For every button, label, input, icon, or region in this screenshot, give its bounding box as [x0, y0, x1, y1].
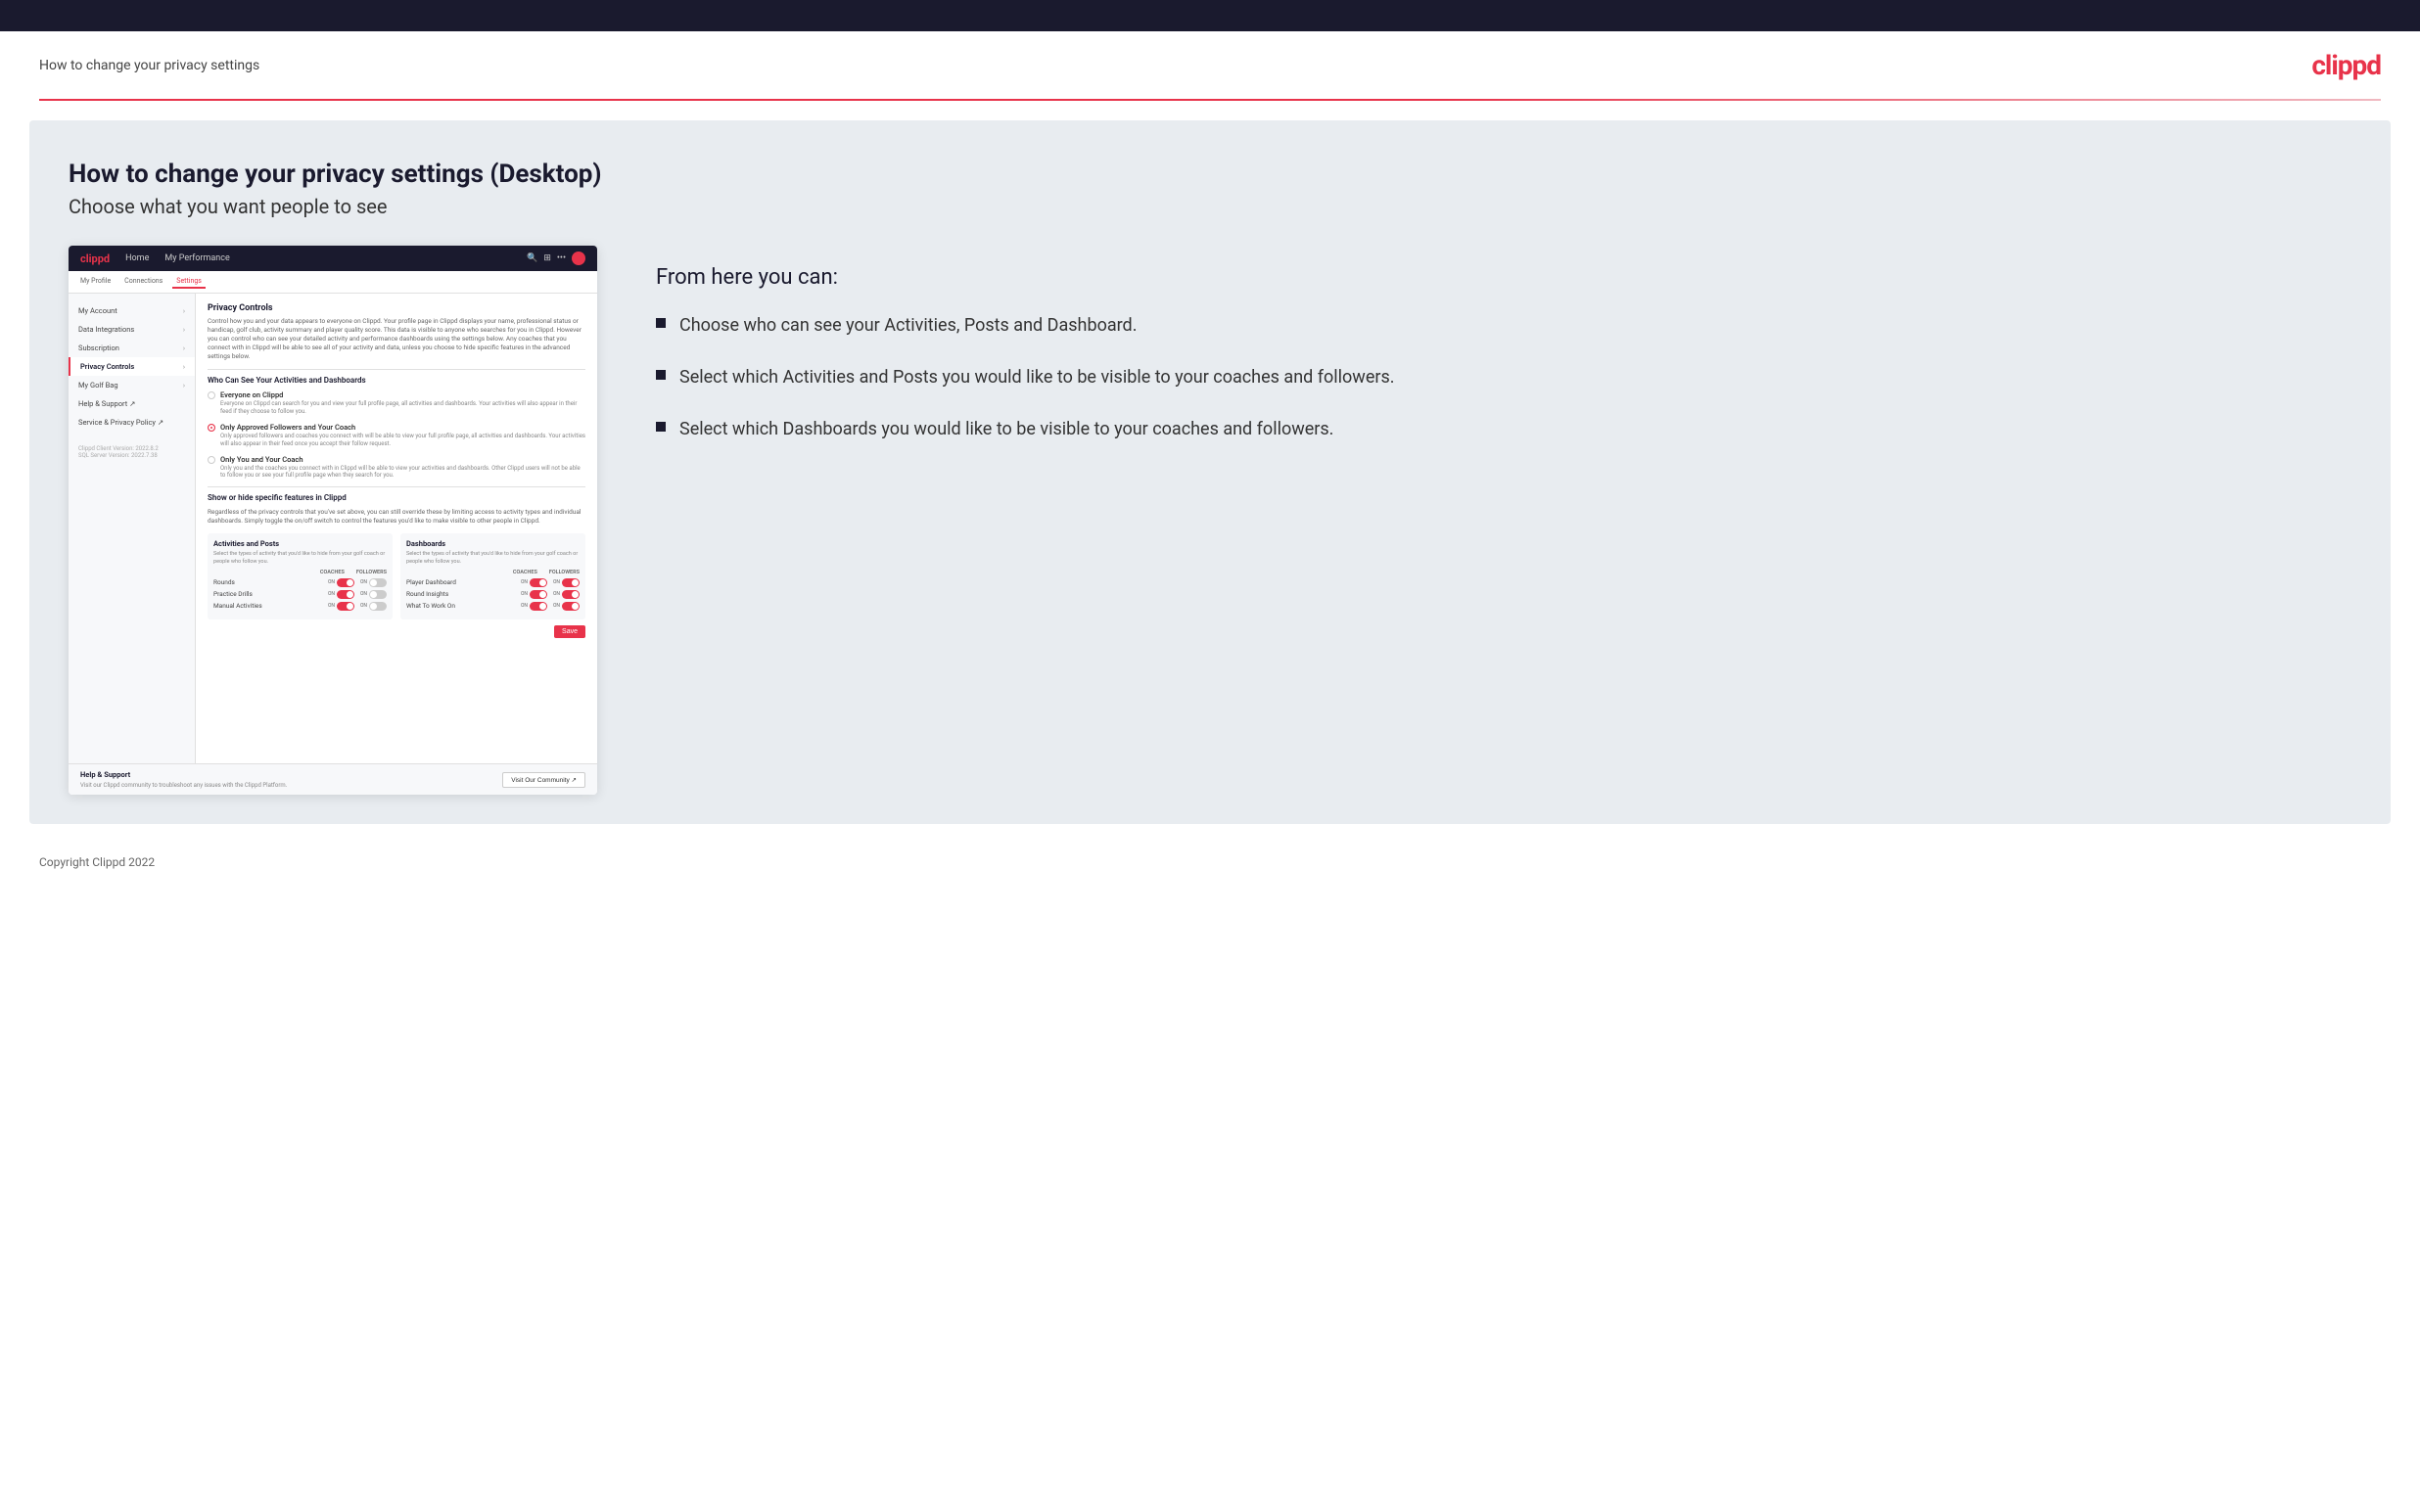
mock-radio-approved-btn[interactable] [208, 424, 215, 432]
bullet-text-3: Select which Dashboards you would like t… [679, 417, 1333, 441]
bullet-text-1: Choose who can see your Activities, Post… [679, 313, 1137, 338]
mock-toggle-practice: Practice Drills ON ON [213, 590, 387, 599]
mock-chevron-sub: › [183, 344, 185, 352]
mock-radio-approved: Only Approved Followers and Your Coach O… [208, 423, 585, 448]
mock-tab-myprofile[interactable]: My Profile [76, 275, 115, 289]
mock-search-icon: 🔍 [527, 253, 537, 263]
bullet-square-3 [656, 422, 666, 432]
page-heading: How to change your privacy settings (Des… [69, 160, 2351, 189]
mock-divider-2 [208, 486, 585, 487]
mock-nav-performance: My Performance [164, 253, 229, 263]
mock-bell-icon: ••• [557, 253, 566, 263]
bullet-item-1: Choose who can see your Activities, Post… [656, 313, 2351, 338]
mock-chevron-privacy: › [183, 363, 185, 371]
bullet-square-2 [656, 370, 666, 380]
main-content: How to change your privacy settings (Des… [29, 120, 2391, 824]
mock-toggle-what-to-work: What To Work On ON ON [406, 602, 580, 611]
bullet-text-2: Select which Activities and Posts you wo… [679, 365, 1395, 389]
mock-save-row: Save [208, 625, 585, 638]
mock-toggle-section: Activities and Posts Select the types of… [208, 533, 585, 619]
mock-toggle-work-followers[interactable] [562, 602, 580, 611]
screenshot-mockup: clippd Home My Performance 🔍 ⊞ ••• My Pr… [69, 246, 597, 795]
mock-help-title: Help & Support [80, 770, 287, 779]
from-here-title: From here you can: [656, 265, 2351, 290]
mock-show-hide-title: Show or hide specific features in Clippd [208, 493, 585, 502]
copyright: Copyright Clippd 2022 [39, 855, 155, 869]
mock-privacy-title: Privacy Controls [208, 303, 585, 313]
mock-save-button[interactable]: Save [554, 625, 585, 638]
mock-sidebar-help[interactable]: Help & Support ↗ [69, 394, 195, 413]
header-divider [39, 99, 2381, 101]
mock-nav-icons: 🔍 ⊞ ••• [527, 252, 585, 265]
mock-version-info: Clippd Client Version: 2022.8.2SQL Serve… [69, 439, 195, 465]
mock-sidebar-golf-bag[interactable]: My Golf Bag › [69, 376, 195, 394]
right-panel: From here you can: Choose who can see yo… [636, 246, 2351, 470]
page-subheading: Choose what you want people to see [69, 195, 2351, 218]
mock-radio-approved-content: Only Approved Followers and Your Coach O… [220, 423, 585, 448]
mock-chevron-data: › [183, 326, 185, 334]
mock-radio-everyone-content: Everyone on Clippd Everyone on Clippd ca… [220, 390, 585, 416]
mock-toggle-player-dash: Player Dashboard ON ON [406, 578, 580, 587]
mock-sidebar-privacy-policy[interactable]: Service & Privacy Policy ↗ [69, 413, 195, 432]
mock-show-hide-desc: Regardless of the privacy controls that … [208, 508, 585, 526]
mock-radio-everyone: Everyone on Clippd Everyone on Clippd ca… [208, 390, 585, 416]
mock-visit-community-button[interactable]: Visit Our Community ↗ [502, 772, 585, 788]
mock-toggle-practice-followers[interactable] [369, 590, 387, 599]
header-title: How to change your privacy settings [39, 58, 259, 73]
mock-sidebar-privacy[interactable]: Privacy Controls › [69, 357, 195, 376]
mock-tabs: My Profile Connections Settings [69, 271, 597, 294]
mock-toggle-rounds-coaches[interactable] [337, 578, 354, 587]
mock-help-desc: Visit our Clippd community to troublesho… [80, 782, 287, 789]
mock-toggle-rounds: Rounds ON ON [213, 578, 387, 587]
mock-toggle-round-insights: Round Insights ON ON [406, 590, 580, 599]
mock-who-can-see-title: Who Can See Your Activities and Dashboar… [208, 376, 585, 385]
mock-radio-only-you: Only You and Your Coach Only you and the… [208, 455, 585, 481]
mock-activities-table: Activities and Posts Select the types of… [208, 533, 393, 619]
mock-radio-everyone-btn[interactable] [208, 391, 215, 399]
mock-toggle-manual-coaches[interactable] [337, 602, 354, 611]
mock-help-content: Help & Support Visit our Clippd communit… [80, 770, 287, 789]
mock-toggle-player-followers[interactable] [562, 578, 580, 587]
mock-avatar [572, 252, 585, 265]
mock-chevron-account: › [183, 307, 185, 315]
mock-logo: clippd [80, 252, 110, 265]
mock-app-layout: My Account › Data Integrations › Subscri… [69, 294, 597, 763]
mock-tab-connections[interactable]: Connections [120, 275, 166, 289]
mock-nav-home: Home [125, 253, 149, 263]
mock-grid-icon: ⊞ [543, 253, 551, 263]
mock-navbar: clippd Home My Performance 🔍 ⊞ ••• [69, 246, 597, 271]
mock-toggle-work-coaches[interactable] [530, 602, 547, 611]
mock-tab-settings[interactable]: Settings [172, 275, 206, 289]
mock-toggle-player-coaches[interactable] [530, 578, 547, 587]
mock-sidebar: My Account › Data Integrations › Subscri… [69, 294, 196, 763]
mock-toggle-rounds-followers[interactable] [369, 578, 387, 587]
top-bar [0, 0, 2420, 31]
mock-sidebar-my-account[interactable]: My Account › [69, 301, 195, 320]
content-layout: clippd Home My Performance 🔍 ⊞ ••• My Pr… [69, 246, 2351, 795]
mock-toggle-manual: Manual Activities ON ON [213, 602, 387, 611]
mock-privacy-desc: Control how you and your data appears to… [208, 317, 585, 361]
bullet-item-3: Select which Dashboards you would like t… [656, 417, 2351, 441]
header: How to change your privacy settings clip… [0, 31, 2420, 99]
bullet-square-1 [656, 318, 666, 328]
footer: Copyright Clippd 2022 [0, 844, 2420, 881]
mock-toggle-manual-followers[interactable] [369, 602, 387, 611]
mock-sidebar-subscription[interactable]: Subscription › [69, 339, 195, 357]
mock-toggle-practice-coaches[interactable] [337, 590, 354, 599]
mock-divider-1 [208, 369, 585, 370]
mock-radio-only-you-content: Only You and Your Coach Only you and the… [220, 455, 585, 481]
mock-toggle-round-coaches[interactable] [530, 590, 547, 599]
bullet-list: Choose who can see your Activities, Post… [656, 313, 2351, 442]
mock-radio-only-you-btn[interactable] [208, 456, 215, 464]
mock-chevron-bag: › [183, 382, 185, 389]
mock-toggle-round-followers[interactable] [562, 590, 580, 599]
mock-main-panel: Privacy Controls Control how you and you… [196, 294, 597, 763]
bullet-item-2: Select which Activities and Posts you wo… [656, 365, 2351, 389]
mock-sidebar-data-integrations[interactable]: Data Integrations › [69, 320, 195, 339]
logo: clippd [2311, 49, 2381, 81]
mock-help-bar: Help & Support Visit our Clippd communit… [69, 763, 597, 795]
mock-dashboards-table: Dashboards Select the types of activity … [400, 533, 585, 619]
